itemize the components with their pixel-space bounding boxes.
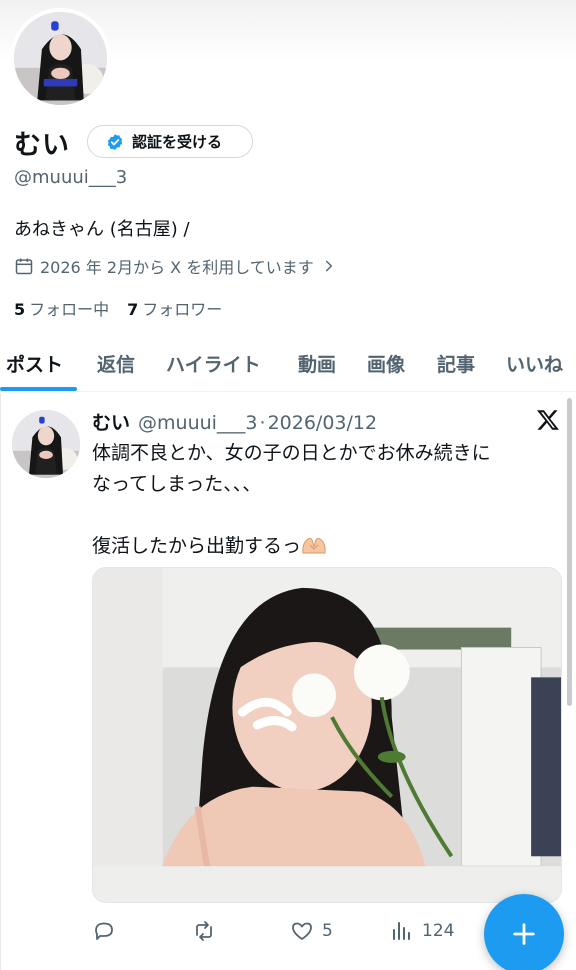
following-label: フォロー中 bbox=[29, 300, 110, 319]
post-header: むい @muuui___3 · 2026/03/12 bbox=[92, 408, 377, 435]
following-count: 5 bbox=[14, 300, 26, 319]
views-button[interactable]: 124 bbox=[390, 914, 454, 948]
post-date[interactable]: 2026/03/12 bbox=[268, 412, 378, 434]
tab-articles[interactable]: 記事 bbox=[437, 340, 475, 392]
profile-page: むい 認証を受ける @muuui___3 あねきゃん (名古屋) / 2026 … bbox=[0, 0, 576, 970]
post-author-name[interactable]: むい bbox=[92, 408, 130, 435]
display-name: むい bbox=[14, 130, 70, 161]
compose-button[interactable] bbox=[484, 894, 564, 970]
profile-avatar[interactable] bbox=[10, 8, 111, 109]
tab-highlights[interactable]: ハイライト bbox=[166, 340, 261, 392]
repost-button[interactable] bbox=[192, 914, 224, 948]
post-actions: 5 124 bbox=[92, 914, 472, 948]
tab-replies[interactable]: 返信 bbox=[97, 340, 135, 392]
scrollbar[interactable] bbox=[567, 398, 572, 706]
post-author-handle[interactable]: @muuui___3 bbox=[138, 412, 258, 434]
tab-likes[interactable]: いいね bbox=[506, 340, 563, 392]
tabs-divider bbox=[0, 391, 576, 392]
post-text-line-2: 復活したから出勤するっ bbox=[92, 535, 302, 557]
reply-button[interactable] bbox=[92, 914, 124, 948]
profile-bio: あねきゃん (名古屋) / bbox=[14, 219, 190, 240]
followers-label: フォロワー bbox=[142, 300, 223, 319]
followers-count: 7 bbox=[127, 300, 139, 319]
followers-link[interactable]: 7 フォロワー bbox=[127, 296, 222, 320]
post-text-line-1: 体調不良とか、女の子の日とかでお休み続きに なってしまった、、、 bbox=[92, 442, 491, 495]
views-icon bbox=[393, 922, 410, 940]
chevron-right-icon bbox=[325, 260, 332, 272]
joined-date[interactable]: 2026 年 2月から X を利用しています bbox=[14, 254, 336, 278]
plus-icon bbox=[513, 923, 535, 945]
post-text: 体調不良とか、女の子の日とかでお休み続きに なってしまった、、、 復活したから出… bbox=[92, 438, 552, 562]
get-verified-label: 認証を受ける bbox=[132, 133, 223, 151]
heart-hands-icon bbox=[302, 538, 326, 554]
like-count: 5 bbox=[322, 921, 333, 941]
repost-icon bbox=[196, 921, 212, 941]
following-link[interactable]: 5 フォロー中 bbox=[14, 296, 109, 320]
joined-text: 2026 年 2月から X を利用しています bbox=[40, 258, 314, 277]
post-avatar[interactable] bbox=[12, 410, 80, 478]
view-count: 124 bbox=[422, 921, 455, 941]
x-logo-icon bbox=[537, 410, 559, 430]
post-image[interactable] bbox=[92, 567, 562, 903]
verified-badge-icon bbox=[106, 133, 124, 151]
calendar-icon bbox=[15, 258, 33, 275]
profile-handle: @muuui___3 bbox=[14, 167, 128, 188]
tab-images[interactable]: 画像 bbox=[367, 340, 405, 392]
tab-posts[interactable]: ポスト bbox=[6, 340, 63, 392]
profile-tabs: ポスト 返信 ハイライト 動画 画像 記事 いいね bbox=[0, 340, 576, 392]
heart-icon bbox=[292, 922, 312, 940]
follow-stats: 5 フォロー中 7 フォロワー bbox=[14, 296, 240, 320]
tab-videos[interactable]: 動画 bbox=[298, 340, 336, 392]
get-verified-button[interactable]: 認証を受ける bbox=[87, 125, 253, 158]
reply-icon bbox=[95, 922, 113, 940]
like-button[interactable]: 5 bbox=[290, 914, 333, 948]
post-separator: · bbox=[259, 412, 266, 434]
